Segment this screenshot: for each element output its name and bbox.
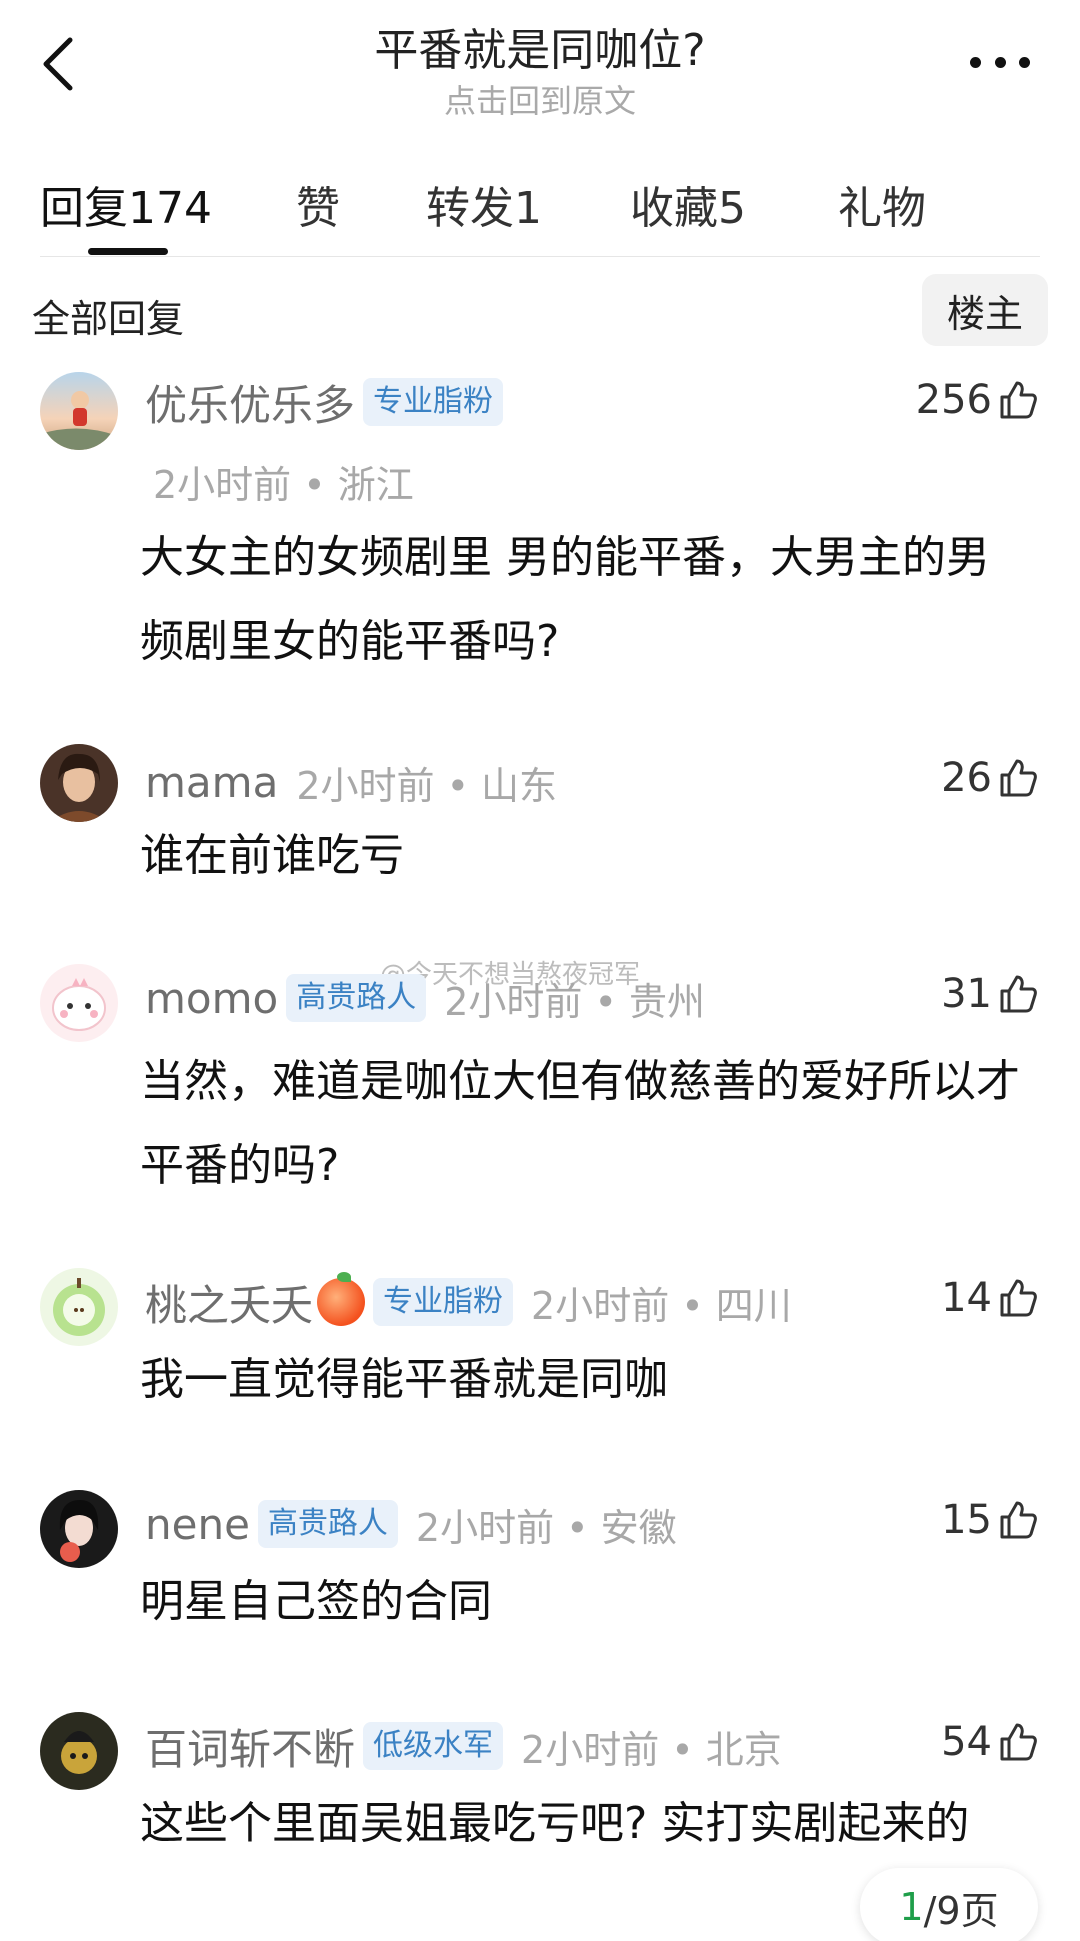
divider — [40, 256, 1040, 257]
comment-text: 当然，难道是咖位大但有做慈善的爱好所以才平番的吗? — [140, 1056, 1020, 1191]
peach-emoji-icon — [317, 1272, 366, 1326]
comment-meta: 2小时前 • 山东 — [296, 763, 558, 808]
comment-meta: 2小时前 • 浙江 — [153, 463, 414, 507]
page-title: 平番就是同咖位? — [374, 25, 706, 76]
comment-text: 这些个里面吴姐最吃亏吧? 实打实剧起来的 — [140, 1798, 970, 1849]
like-count: 31 — [941, 971, 992, 1017]
more-options-button[interactable] — [970, 48, 1030, 76]
current-page: 1 — [899, 1885, 924, 1929]
thumbs-up-icon — [1000, 1279, 1037, 1317]
top-bar: 平番就是同咖位? 点击回到原文 — [0, 0, 1080, 130]
like-count: 15 — [941, 1497, 992, 1543]
active-tab-indicator — [88, 248, 168, 255]
tab-likes[interactable]: 赞 — [296, 172, 340, 236]
tab-bar: 回复174 赞 转发1 收藏5 礼物 — [0, 160, 1080, 256]
avatar[interactable] — [40, 744, 118, 822]
like-count: 54 — [941, 1719, 992, 1765]
comment-header: mama 2小时前 • 山东 — [145, 752, 557, 812]
comment-text: 大女主的女频剧里 男的能平番，大男主的男频剧里女的能平番吗? — [140, 532, 990, 667]
avatar-image — [40, 391, 118, 450]
like-button[interactable]: 256 — [916, 370, 1038, 430]
comment-text: 我一直觉得能平番就是同咖 — [140, 1354, 668, 1405]
tab-gifts[interactable]: 礼物 — [838, 172, 926, 236]
user-badge: 低级水军 — [363, 1722, 504, 1770]
tab-reposts[interactable]: 转发1 — [426, 172, 542, 236]
section-title: 全部回复 — [32, 297, 185, 341]
username[interactable]: nene — [145, 1500, 250, 1549]
comment-meta: 2小时前 • 安徽 — [415, 1505, 677, 1550]
like-button[interactable]: 54 — [941, 1712, 1038, 1772]
thumbs-up-icon — [1000, 1723, 1037, 1761]
comment-header: momo 高贵路人 2小时前 • 贵州 — [145, 968, 705, 1028]
comment-header: nene 高贵路人 2小时前 • 安徽 — [145, 1494, 677, 1554]
comment-text: 明星自己签的合同 — [140, 1576, 492, 1627]
op-filter-button[interactable]: 楼主 — [922, 274, 1048, 346]
user-badge: 专业脂粉 — [363, 378, 504, 426]
avatar-image — [61, 1731, 97, 1774]
thumbs-up-icon — [1000, 975, 1037, 1013]
page-indicator-button[interactable]: 1 /9页 — [860, 1868, 1038, 1941]
avatar[interactable] — [40, 1712, 118, 1790]
like-button[interactable]: 14 — [941, 1268, 1038, 1328]
username[interactable]: momo — [145, 974, 278, 1023]
avatar[interactable] — [40, 372, 118, 450]
avatar[interactable] — [40, 1268, 118, 1346]
comment-header: 百词斩不断 低级水军 2小时前 • 北京 — [145, 1716, 782, 1776]
total-pages: /9页 — [923, 1888, 999, 1933]
username[interactable]: mama — [145, 758, 278, 807]
username[interactable]: 优乐优乐多 — [145, 372, 355, 433]
thumbs-up-icon — [1000, 1501, 1037, 1539]
comment-meta: 2小时前 • 四川 — [531, 1283, 792, 1328]
avatar-image — [53, 1278, 105, 1336]
avatar-image — [59, 1500, 99, 1562]
thumbs-up-icon — [1000, 381, 1037, 419]
thumbs-up-icon — [1000, 759, 1037, 797]
like-count: 256 — [915, 377, 992, 423]
avatar[interactable] — [40, 1490, 118, 1568]
comment-meta: 2小时前 • 贵州 — [444, 979, 705, 1024]
tab-replies[interactable]: 回复174 — [40, 172, 212, 236]
like-button[interactable]: 15 — [941, 1490, 1038, 1550]
comment-text: 谁在前谁吃亏 — [140, 830, 404, 881]
comment-meta: 2小时前 • 北京 — [521, 1727, 782, 1772]
like-count: 14 — [941, 1275, 992, 1321]
user-badge: 高贵路人 — [286, 974, 427, 1022]
comment-header: 优乐优乐多 专业脂粉 — [145, 372, 504, 433]
username[interactable]: 桃之夭夭 — [145, 1272, 313, 1333]
more-dot-icon — [1019, 56, 1030, 68]
avatar-image — [50, 753, 108, 822]
like-button[interactable]: 31 — [941, 964, 1038, 1024]
user-badge: 高贵路人 — [257, 1500, 398, 1548]
tab-favorites[interactable]: 收藏5 — [630, 172, 746, 236]
like-count: 26 — [941, 755, 992, 801]
more-dot-icon — [970, 56, 981, 68]
username[interactable]: 百词斩不断 — [145, 1716, 355, 1777]
avatar-image — [52, 978, 106, 1031]
avatar[interactable] — [40, 964, 118, 1042]
comment-header: 桃之夭夭 专业脂粉 2小时前 • 四川 — [145, 1272, 792, 1332]
back-to-original-link[interactable]: 点击回到原文 — [0, 76, 1080, 122]
like-button[interactable]: 26 — [941, 748, 1038, 808]
user-badge: 专业脂粉 — [373, 1278, 514, 1326]
more-dot-icon — [994, 56, 1006, 68]
